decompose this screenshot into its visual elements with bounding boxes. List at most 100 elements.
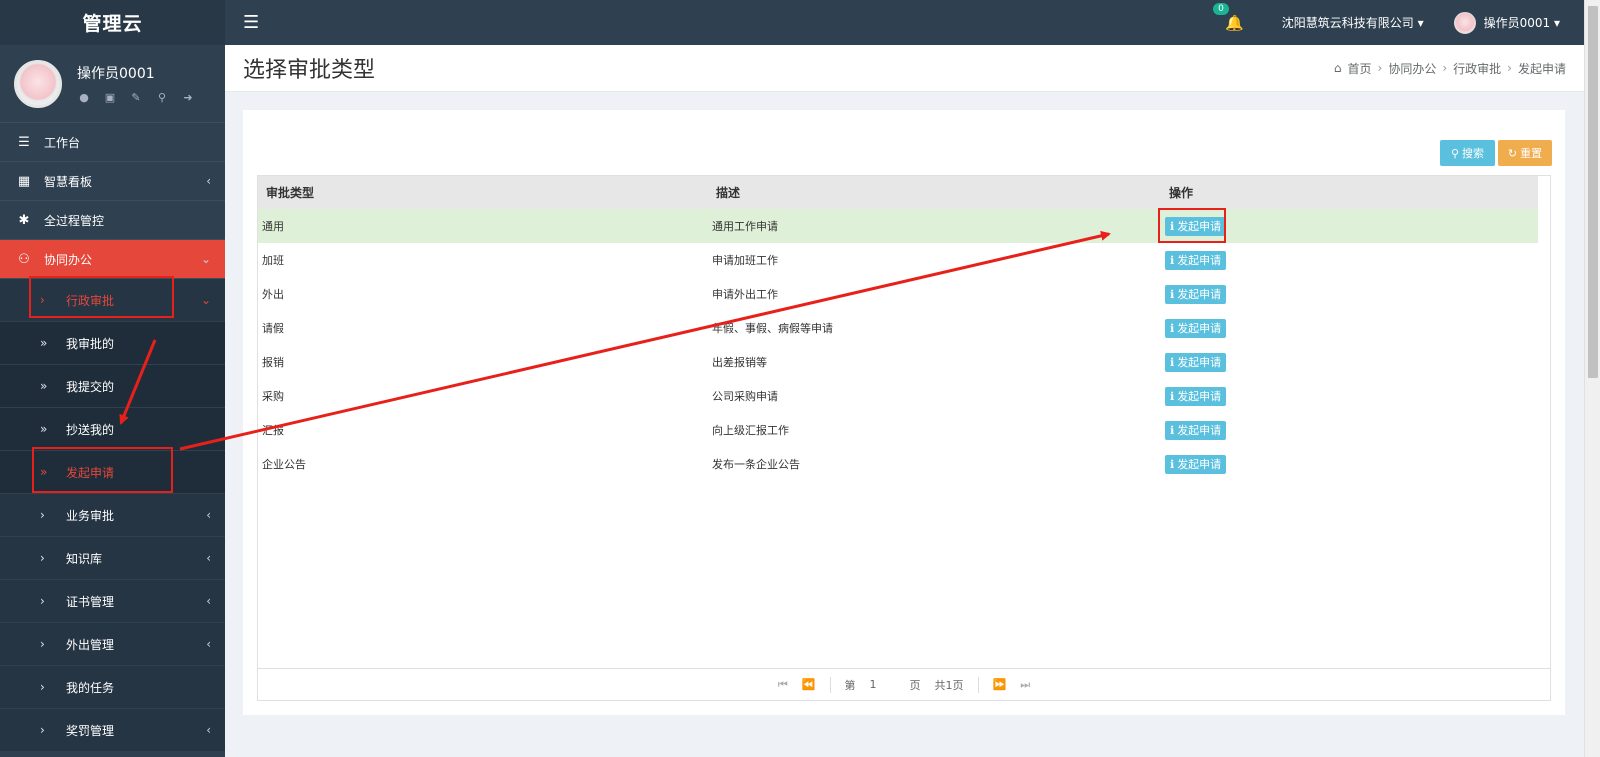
sidebar-item-label: 证书管理 — [66, 594, 115, 609]
user-name: 操作员0001 — [77, 66, 155, 82]
start-request-button[interactable]: ℹ 发起申请 — [1165, 454, 1227, 474]
prev-page-icon[interactable]: ⏪ — [802, 678, 816, 691]
sidebar-sub-new-request[interactable]: » 发起申请 — [0, 451, 225, 494]
first-page-icon[interactable]: ⏮ — [778, 678, 788, 692]
chevron-right-icon: › — [40, 723, 45, 737]
table-row[interactable]: 报销 出差报销等 ℹ 发起申请 — [258, 345, 1538, 379]
column-header-desc[interactable]: 描述 — [708, 176, 1161, 209]
sidebar-sub-my-tasks[interactable]: › 我的任务 — [0, 666, 225, 709]
sidebar-sub-rewards[interactable]: › 奖罚管理 ‹ — [0, 709, 225, 752]
sidebar-item-label: 我提交的 — [66, 379, 115, 394]
hamburger-menu-icon[interactable]: ☰ — [243, 12, 259, 33]
breadcrumb-admin-approval[interactable]: 行政审批 — [1453, 60, 1501, 77]
sidebar-sub-business-approval[interactable]: › 业务审批 ‹ — [0, 494, 225, 537]
scrollbar[interactable] — [1584, 0, 1600, 757]
search-button-label: 搜索 — [1462, 147, 1485, 160]
user-dropdown[interactable]: 操作员0001 ▾ — [1484, 14, 1560, 31]
info-icon: ℹ — [1170, 253, 1175, 267]
page-suffix: 页 — [909, 678, 921, 692]
reset-button-label: 重置 — [1520, 147, 1543, 160]
info-icon: ℹ — [1170, 423, 1175, 437]
notification-count-badge: 0 — [1213, 2, 1229, 15]
double-chevron-icon: » — [40, 379, 48, 393]
sidebar-sub-cc-me[interactable]: » 抄送我的 — [0, 408, 225, 451]
page-title: 选择审批类型 — [243, 58, 376, 83]
cell-desc: 向上级汇报工作 — [712, 424, 789, 437]
breadcrumb-collaboration[interactable]: 协同办公 — [1388, 60, 1436, 77]
approval-type-table: 审批类型 描述 操作 通用 通用工作申请 ℹ 发起申请 加班 申请加班工作 ℹ 发起… — [257, 175, 1551, 701]
sidebar-sub-admin-approval[interactable]: › 行政审批 ⌄ — [0, 279, 225, 322]
sidebar: 管理云 操作员0001 ● ▣ ✎ ⚲ ➜ ☰ 工作台 ▦ 智慧看板 ‹ ✱ 全… — [0, 0, 225, 757]
edit-icon[interactable]: ✎ — [129, 91, 143, 104]
key-icon[interactable]: ⚲ — [155, 91, 169, 104]
start-request-label: 发起申请 — [1177, 254, 1222, 267]
top-avatar[interactable] — [1453, 11, 1476, 34]
table-row[interactable]: 企业公告 发布一条企业公告 ℹ 发起申请 — [258, 447, 1538, 481]
chevron-left-icon: ‹ — [206, 551, 211, 565]
sidebar-item-label: 外出管理 — [66, 637, 115, 652]
table-row[interactable]: 外出 申请外出工作 ℹ 发起申请 — [258, 277, 1538, 311]
start-request-button[interactable]: ℹ 发起申请 — [1165, 420, 1227, 440]
reset-button[interactable]: ↻ 重置 — [1498, 140, 1552, 166]
sidebar-sub-my-approvals[interactable]: » 我审批的 — [0, 322, 225, 365]
sidebar-sub-outings[interactable]: › 外出管理 ‹ — [0, 623, 225, 666]
start-request-label: 发起申请 — [1177, 458, 1222, 471]
start-request-button[interactable]: ℹ 发起申请 — [1165, 386, 1227, 406]
sidebar-sub-knowledge-base[interactable]: › 知识库 ‹ — [0, 537, 225, 580]
pager-divider — [977, 676, 979, 693]
next-page-icon[interactable]: ⏩ — [993, 678, 1007, 691]
start-request-label: 发起申请 — [1177, 322, 1222, 335]
user-icon[interactable]: ● — [77, 91, 91, 104]
start-request-label: 发起申请 — [1177, 424, 1222, 437]
search-icon: ⚲ — [1450, 146, 1460, 160]
start-request-button[interactable]: ℹ 发起申请 — [1165, 318, 1227, 338]
scrollbar-thumb[interactable] — [1588, 6, 1598, 378]
refresh-icon: ↻ — [1507, 146, 1518, 160]
sidebar-item-label: 我审批的 — [66, 336, 115, 351]
sidebar-item-workbench[interactable]: ☰ 工作台 — [0, 123, 225, 162]
chevron-right-icon: › — [40, 508, 45, 522]
double-chevron-icon: » — [40, 422, 48, 436]
sidebar-item-label: 奖罚管理 — [66, 723, 115, 738]
table-row[interactable]: 采购 公司采购申请 ℹ 发起申请 — [258, 379, 1538, 413]
user-panel: 操作员0001 ● ▣ ✎ ⚲ ➜ — [0, 45, 225, 123]
page-prefix: 第 — [844, 678, 856, 692]
start-request-button[interactable]: ℹ 发起申请 — [1165, 250, 1227, 270]
logout-icon[interactable]: ➜ — [181, 91, 195, 104]
sidebar-item-process-control[interactable]: ✱ 全过程管控 — [0, 201, 225, 240]
dashboard-icon: ▦ — [17, 173, 31, 189]
start-request-label: 发起申请 — [1177, 220, 1222, 233]
chevron-left-icon: ‹ — [206, 723, 211, 737]
company-name: 沈阳慧筑云科技有限公司 — [1281, 16, 1414, 30]
sidebar-sub-my-submissions[interactable]: » 我提交的 — [0, 365, 225, 408]
company-dropdown[interactable]: 沈阳慧筑云科技有限公司 ▾ — [1282, 14, 1424, 31]
column-header-action: 操作 — [1161, 176, 1538, 209]
table-row[interactable]: 汇报 向上级汇报工作 ℹ 发起申请 — [258, 413, 1538, 447]
sidebar-item-dashboard[interactable]: ▦ 智慧看板 ‹ — [0, 162, 225, 201]
asterisk-icon: ✱ — [18, 212, 30, 228]
start-request-button[interactable]: ℹ 发起申请 — [1165, 352, 1227, 372]
avatar[interactable] — [14, 59, 62, 108]
start-request-button[interactable]: ℹ 发起申请 — [1165, 284, 1227, 304]
table-row[interactable]: 请假 年假、事假、病假等申请 ℹ 发起申请 — [258, 311, 1538, 345]
search-button[interactable]: ⚲ 搜索 — [1440, 140, 1495, 166]
start-request-button[interactable]: ℹ 发起申请 — [1165, 216, 1227, 236]
notification-bell-icon[interactable]: 🔔 0 — [1213, 2, 1244, 32]
breadcrumb-home[interactable]: 首页 — [1348, 60, 1372, 77]
photo-icon[interactable]: ▣ — [103, 91, 117, 104]
table-row[interactable]: 加班 申请加班工作 ℹ 发起申请 — [258, 243, 1538, 277]
sidebar-item-label: 全过程管控 — [44, 213, 105, 228]
chevron-down-icon: ⌄ — [200, 293, 211, 307]
table-row[interactable]: 通用 通用工作申请 ℹ 发起申请 — [258, 209, 1538, 243]
sidebar-sub-certificates[interactable]: › 证书管理 ‹ — [0, 580, 225, 623]
cell-desc: 发布一条企业公告 — [712, 458, 800, 471]
last-page-icon[interactable]: ⏭ — [1020, 678, 1030, 692]
sidebar-item-collaboration[interactable]: ⚇ 协同办公 ⌄ — [0, 240, 225, 279]
column-header-type[interactable]: 审批类型 — [258, 176, 708, 209]
sidebar-item-label: 发起申请 — [66, 465, 115, 480]
page-number-input[interactable]: 1 — [870, 678, 896, 691]
info-icon: ℹ — [1170, 355, 1175, 369]
chevron-right-icon: › — [40, 637, 45, 651]
info-icon: ℹ — [1170, 321, 1175, 335]
chevron-right-icon: › — [40, 680, 45, 694]
